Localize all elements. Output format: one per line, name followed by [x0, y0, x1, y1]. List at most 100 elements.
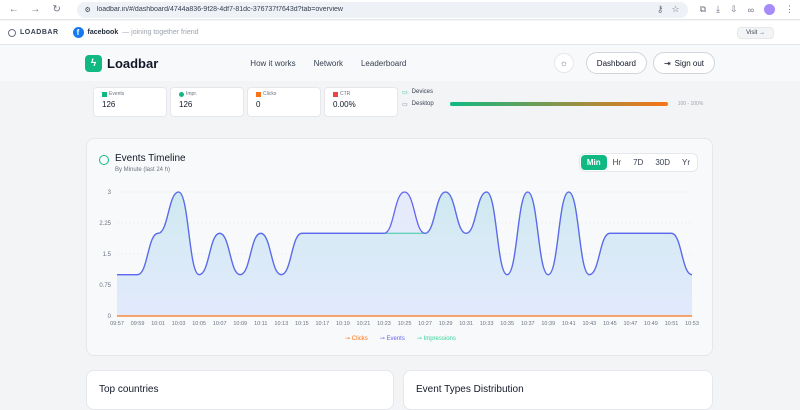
range-hr[interactable]: Hr — [607, 155, 627, 170]
profile-avatar[interactable] — [763, 4, 775, 15]
loadbar-small-logo-icon — [8, 28, 16, 37]
range-selector: Min Hr 7D 30D Yr — [578, 153, 698, 172]
stat-label: Clicks — [263, 91, 277, 97]
nav-how-it-works[interactable]: How it works — [250, 59, 295, 68]
timeline-subtitle: By Minute (last 24 h) — [115, 167, 171, 173]
x-tick-label: 10:53 — [685, 321, 699, 327]
range-yr[interactable]: Yr — [676, 155, 696, 170]
x-tick-label: 09:57 — [110, 321, 124, 327]
x-tick-label: 10:37 — [521, 321, 535, 327]
more-menu-icon[interactable]: ⋮ — [785, 4, 794, 15]
sign-out-button[interactable]: ⇥ Sign out — [652, 52, 715, 74]
desktop-icon: ▭ — [402, 101, 408, 108]
bookmark-star-icon[interactable]: ☆ — [672, 4, 680, 15]
stat-card-ctr: CTR 0.00% — [324, 87, 398, 117]
x-tick-label: 10:19 — [336, 321, 350, 327]
nav-network[interactable]: Network — [314, 59, 343, 68]
sign-out-icon: ⇥ — [663, 58, 671, 68]
reload-icon[interactable]: ↻ — [49, 2, 65, 18]
x-tick-label: 10:07 — [213, 321, 227, 327]
x-tick-label: 10:21 — [357, 321, 371, 327]
link-icon[interactable]: ∞ — [748, 5, 754, 15]
app-header: ϟ Loadbar How it works Network Leaderboa… — [0, 45, 800, 81]
stat-value: 0 — [256, 100, 261, 109]
x-tick-label: 10:29 — [439, 321, 453, 327]
chart-legend: ⊸ Clicks ⊸ Events ⊸ Impressions — [87, 335, 714, 342]
x-tick-label: 10:09 — [233, 321, 247, 327]
legend-clicks[interactable]: ⊸ Clicks — [345, 335, 368, 342]
events-timeline-card: 0 0.75 1.5 2.25 3 09:57 09:59 10:01 10:03 10:05 10… — [86, 138, 713, 356]
back-icon[interactable]: ← — [6, 2, 22, 18]
y-tick-label: 0 — [108, 314, 112, 320]
x-tick-label: 10:13 — [274, 321, 288, 327]
sign-out-label: Sign out — [674, 58, 704, 68]
device-share-bar — [449, 102, 668, 106]
x-tick-label: 10:47 — [624, 321, 638, 327]
x-tick-label: 10:15 — [295, 321, 309, 327]
stat-card-events: Events 126 — [93, 87, 167, 117]
legend-events[interactable]: ⊸ Events — [380, 335, 405, 342]
x-tick-label: 10:23 — [377, 321, 391, 327]
stat-card-impressions: Impr. 126 — [170, 87, 244, 117]
events-icon — [102, 91, 107, 97]
nav-leaderboard[interactable]: Leaderboard — [361, 59, 406, 68]
devices-panel: ▭ Devices ▭ Desktop 100 - 100% — [402, 86, 712, 116]
timeline-title: Events Timeline — [115, 153, 186, 164]
range-30d[interactable]: 30D — [649, 155, 676, 170]
key-icon[interactable]: ⚷ — [657, 4, 664, 15]
legend-impressions[interactable]: ⊸ Impressions — [417, 335, 456, 342]
dashboard-button[interactable]: Dashboard — [585, 52, 647, 74]
banner-brand: LOADBAR — [20, 29, 59, 36]
forward-icon[interactable]: → — [28, 2, 44, 18]
range-min[interactable]: Min — [580, 155, 607, 170]
main-nav: How it works Network Leaderboard — [250, 59, 406, 68]
address-bar[interactable]: ⚙ loadbar.in/#/dashboard/4744a836-9f28-4… — [76, 1, 688, 18]
download-icon[interactable]: ⤓ — [716, 4, 720, 15]
x-tick-label: 10:03 — [172, 321, 186, 327]
legend-label: Events — [386, 336, 405, 342]
theme-toggle-sun-icon[interactable]: ☼ — [553, 53, 574, 73]
x-tick-label: 10:25 — [398, 321, 412, 327]
logo-text: Loadbar — [107, 55, 159, 71]
series-area-events — [117, 192, 692, 316]
y-tick-label: 0.75 — [99, 283, 111, 289]
eye-icon — [179, 91, 184, 97]
y-tick-label: 2.25 — [99, 221, 111, 227]
downloads-tray-icon[interactable]: ⇩ — [730, 4, 738, 15]
legend-label: Impressions — [423, 336, 456, 342]
referral-banner: LOADBAR f facebook — joining together fr… — [0, 21, 800, 45]
monitor-icon: ▭ — [402, 89, 408, 96]
event-types-card: Event Types Distribution — [403, 370, 713, 410]
x-tick-label: 10:05 — [192, 321, 206, 327]
y-tick-label: 3 — [108, 190, 112, 196]
x-tick-label: 10:35 — [500, 321, 514, 327]
stat-label: Events — [109, 91, 125, 97]
device-range: 100 - 100% — [677, 101, 704, 107]
banner-message: — joining together friend — [122, 29, 199, 36]
facebook-icon: f — [72, 27, 84, 38]
url-text: loadbar.in/#/dashboard/4744a836-9f28-4df… — [96, 6, 343, 13]
stat-card-clicks: Clicks 0 — [247, 87, 321, 117]
x-tick-label: 09:59 — [131, 321, 145, 327]
extensions-icon[interactable]: ⧉ — [700, 4, 706, 15]
top-countries-card: Top countries — [86, 370, 394, 410]
stat-value: 126 — [102, 100, 116, 109]
stat-value: 126 — [179, 100, 193, 109]
site-info-icon[interactable]: ⚙ — [85, 6, 91, 14]
x-tick-label: 10:17 — [315, 321, 329, 327]
legend-label: Clicks — [351, 336, 368, 342]
device-name: Desktop — [411, 101, 434, 107]
visit-button[interactable]: Visit → — [737, 26, 774, 39]
logo[interactable]: ϟ Loadbar — [85, 54, 159, 72]
stat-label: CTR — [340, 91, 351, 97]
event-types-title: Event Types Distribution — [416, 384, 524, 395]
x-tick-label: 10:45 — [603, 321, 617, 327]
cursor-icon — [256, 91, 261, 97]
x-tick-label: 10:11 — [254, 321, 267, 327]
x-tick-label: 10:43 — [582, 321, 596, 327]
top-countries-title: Top countries — [99, 384, 159, 395]
x-tick-label: 10:27 — [418, 321, 432, 327]
bolt-icon: ϟ — [85, 54, 102, 72]
banner-source: facebook — [87, 29, 119, 36]
range-7d[interactable]: 7D — [627, 155, 649, 170]
